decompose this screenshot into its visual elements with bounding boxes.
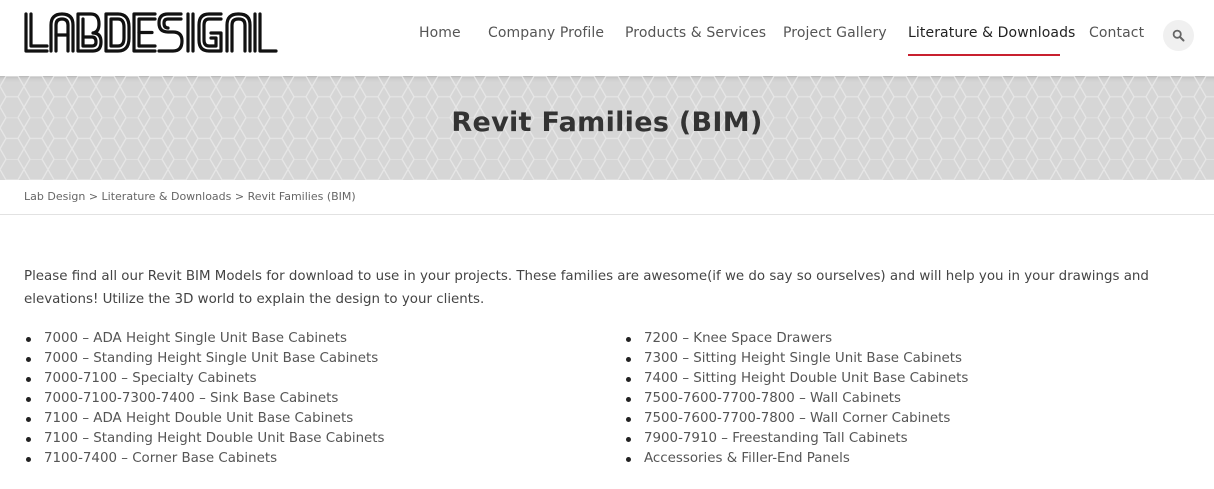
list-item: 7100-7400 – Corner Base Cabinets [24,449,385,469]
search-button[interactable] [1163,20,1194,51]
bullet [26,457,31,462]
bullet [626,437,631,442]
breadcrumb-home-link[interactable]: Lab Design [24,190,85,203]
list-item: 7500-7600-7700-7800 – Wall Corner Cabine… [624,409,968,429]
list-item: 7400 – Sitting Height Double Unit Base C… [624,369,968,389]
list-item: 7500-7600-7700-7800 – Wall Cabinets [624,389,968,409]
bullet [626,377,631,382]
nav-item-products-services[interactable]: Products & Services [625,25,766,41]
page-title-banner: Revit Families (BIM) [0,76,1214,180]
site-header: Home Company Profile Products & Services… [0,0,1214,76]
download-link[interactable]: 7500-7600-7700-7800 – Wall Corner Cabine… [644,411,950,426]
intro-paragraph: Please find all our Revit BIM Models for… [24,269,1149,307]
download-link[interactable]: 7100 – Standing Height Double Unit Base … [44,431,385,446]
breadcrumb-bar: Lab Design > Literature & Downloads > Re… [0,180,1214,215]
breadcrumb: Lab Design > Literature & Downloads > Re… [24,190,356,203]
search-icon [1172,29,1185,42]
download-link[interactable]: 7400 – Sitting Height Double Unit Base C… [644,371,968,386]
download-link[interactable]: 7000 – ADA Height Single Unit Base Cabin… [44,331,347,346]
download-link[interactable]: 7300 – Sitting Height Single Unit Base C… [644,351,962,366]
list-item: Accessories & Filler-End Panels [624,449,968,469]
breadcrumb-separator: > [234,190,248,203]
nav-item-company-profile[interactable]: Company Profile [488,25,604,41]
download-link[interactable]: Accessories & Filler-End Panels [644,451,850,466]
bullet [26,377,31,382]
download-link[interactable]: 7100-7400 – Corner Base Cabinets [44,451,277,466]
breadcrumb-literature-link[interactable]: Literature & Downloads [102,190,232,203]
bullet [626,337,631,342]
bullet [26,417,31,422]
breadcrumb-separator: > [88,190,102,203]
download-link[interactable]: 7900-7910 – Freestanding Tall Cabinets [644,431,908,446]
nav-item-home[interactable]: Home [419,25,461,41]
list-item: 7100 – Standing Height Double Unit Base … [24,429,385,449]
list-item: 7900-7910 – Freestanding Tall Cabinets [624,429,968,449]
nav-item-project-gallery[interactable]: Project Gallery [783,25,887,41]
list-item: 7200 – Knee Space Drawers [624,329,968,349]
download-list-right: 7200 – Knee Space Drawers 7300 – Sitting… [624,329,968,469]
labdesign-logo[interactable] [23,11,279,55]
list-item: 7000 – ADA Height Single Unit Base Cabin… [24,329,385,349]
bullet [26,337,31,342]
list-item: 7000 – Standing Height Single Unit Base … [24,349,385,369]
download-link[interactable]: 7200 – Knee Space Drawers [644,331,832,346]
bullet [626,357,631,362]
download-link[interactable]: 7000-7100-7300-7400 – Sink Base Cabinets [44,391,338,406]
list-item: 7300 – Sitting Height Single Unit Base C… [624,349,968,369]
bullet [26,357,31,362]
breadcrumb-current: Revit Families (BIM) [247,190,356,203]
bullet [626,397,631,402]
download-link[interactable]: 7500-7600-7700-7800 – Wall Cabinets [644,391,901,406]
download-link[interactable]: 7100 – ADA Height Double Unit Base Cabin… [44,411,353,426]
bullet [26,437,31,442]
download-link[interactable]: 7000 – Standing Height Single Unit Base … [44,351,378,366]
download-link[interactable]: 7000-7100 – Specialty Cabinets [44,371,257,386]
list-item: 7000-7100 – Specialty Cabinets [24,369,385,389]
list-item: 7000-7100-7300-7400 – Sink Base Cabinets [24,389,385,409]
page-title: Revit Families (BIM) [451,107,763,138]
bullet [26,397,31,402]
nav-item-literature-downloads[interactable]: Literature & Downloads [908,25,1075,41]
list-item: 7100 – ADA Height Double Unit Base Cabin… [24,409,385,429]
download-list-left: 7000 – ADA Height Single Unit Base Cabin… [24,329,385,469]
bullet [626,457,631,462]
active-nav-indicator [908,54,1060,56]
bullet [626,417,631,422]
nav-item-contact[interactable]: Contact [1089,25,1144,41]
